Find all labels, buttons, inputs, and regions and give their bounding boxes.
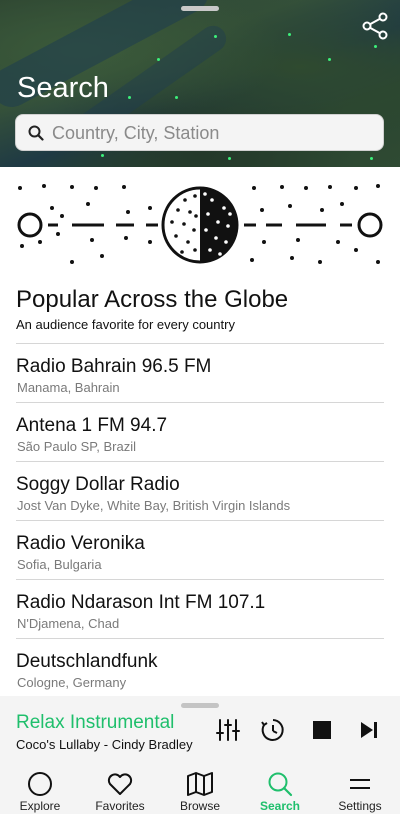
skip-next-icon[interactable] <box>355 716 383 744</box>
globe-illustration <box>17 184 383 264</box>
tab-favorites[interactable]: Favorites <box>80 764 160 814</box>
tab-label: Browse <box>179 799 220 813</box>
search-input[interactable] <box>50 115 374 152</box>
station-name: Radio Ndarason Int FM 107.1 <box>16 592 266 613</box>
tab-label: Favorites <box>95 799 145 813</box>
station-row[interactable]: Radio Bahrain 96.5 FM Manama, Bahrain <box>16 343 384 402</box>
station-dot <box>214 35 217 38</box>
heart-icon <box>107 773 133 795</box>
mini-player[interactable]: Relax Instrumental Coco's Lullaby - Cind… <box>0 696 400 764</box>
station-row[interactable]: Radio Ndarason Int FM 107.1 N'Djamena, C… <box>16 579 384 638</box>
station-location: Jost Van Dyke, White Bay, British Virgin… <box>17 498 291 513</box>
station-location: Cologne, Germany <box>17 675 127 690</box>
explore-icon <box>28 772 52 796</box>
station-name: Soggy Dollar Radio <box>16 474 180 495</box>
now-playing-track: Coco's Lullaby - Cindy Bradley <box>16 737 193 752</box>
drag-handle[interactable] <box>181 6 219 11</box>
tab-label: Settings <box>338 799 382 813</box>
tab-settings[interactable]: Settings <box>320 764 400 814</box>
station-dot <box>374 45 377 48</box>
search-icon <box>268 772 293 797</box>
stop-icon[interactable] <box>308 716 336 744</box>
station-dot <box>228 157 231 160</box>
station-row[interactable]: Deutschlandfunk Cologne, Germany <box>16 638 384 698</box>
drag-handle[interactable] <box>181 703 219 708</box>
tab-label: Search <box>259 799 301 813</box>
station-name: Deutschlandfunk <box>16 651 158 672</box>
tab-bar: Explore Favorites Browse Search Settings <box>0 764 400 814</box>
station-dot <box>175 96 178 99</box>
station-row[interactable]: Antena 1 FM 94.7 São Paulo SP, Brazil <box>16 402 384 461</box>
station-dot <box>328 58 331 61</box>
now-playing-station: Relax Instrumental <box>16 712 175 733</box>
station-dot <box>128 96 131 99</box>
station-dot <box>101 154 104 157</box>
sleep-timer-icon[interactable] <box>259 716 287 744</box>
section-title: Popular Across the Globe <box>16 286 289 313</box>
station-location: São Paulo SP, Brazil <box>17 439 136 454</box>
share-icon[interactable] <box>361 12 389 40</box>
station-name: Radio Veronika <box>16 533 145 554</box>
section-subtitle: An audience favorite for every country <box>16 317 235 332</box>
map-icon <box>187 772 213 796</box>
tab-search[interactable]: Search <box>240 764 320 814</box>
tab-label: Explore <box>19 799 61 813</box>
station-row[interactable]: Radio Veronika Sofia, Bulgaria <box>16 520 384 579</box>
tab-explore[interactable]: Explore <box>0 764 80 814</box>
page-title: Search <box>17 72 109 104</box>
station-name: Radio Bahrain 96.5 FM <box>16 356 212 377</box>
settings-icon <box>350 779 370 789</box>
station-dot <box>157 58 160 61</box>
station-dot <box>288 33 291 36</box>
tab-browse[interactable]: Browse <box>160 764 240 814</box>
station-location: Sofia, Bulgaria <box>17 557 102 572</box>
station-dot <box>370 157 373 160</box>
equalizer-icon[interactable] <box>214 716 242 744</box>
search-bar[interactable] <box>15 114 384 152</box>
search-icon <box>28 125 44 141</box>
station-location: Manama, Bahrain <box>17 380 120 395</box>
station-list: Radio Bahrain 96.5 FM Manama, Bahrain An… <box>16 343 384 698</box>
satellite-map-header: Search <box>0 0 400 167</box>
station-row[interactable]: Soggy Dollar Radio Jost Van Dyke, White … <box>16 461 384 520</box>
station-name: Antena 1 FM 94.7 <box>16 415 168 436</box>
station-location: N'Djamena, Chad <box>17 616 120 631</box>
